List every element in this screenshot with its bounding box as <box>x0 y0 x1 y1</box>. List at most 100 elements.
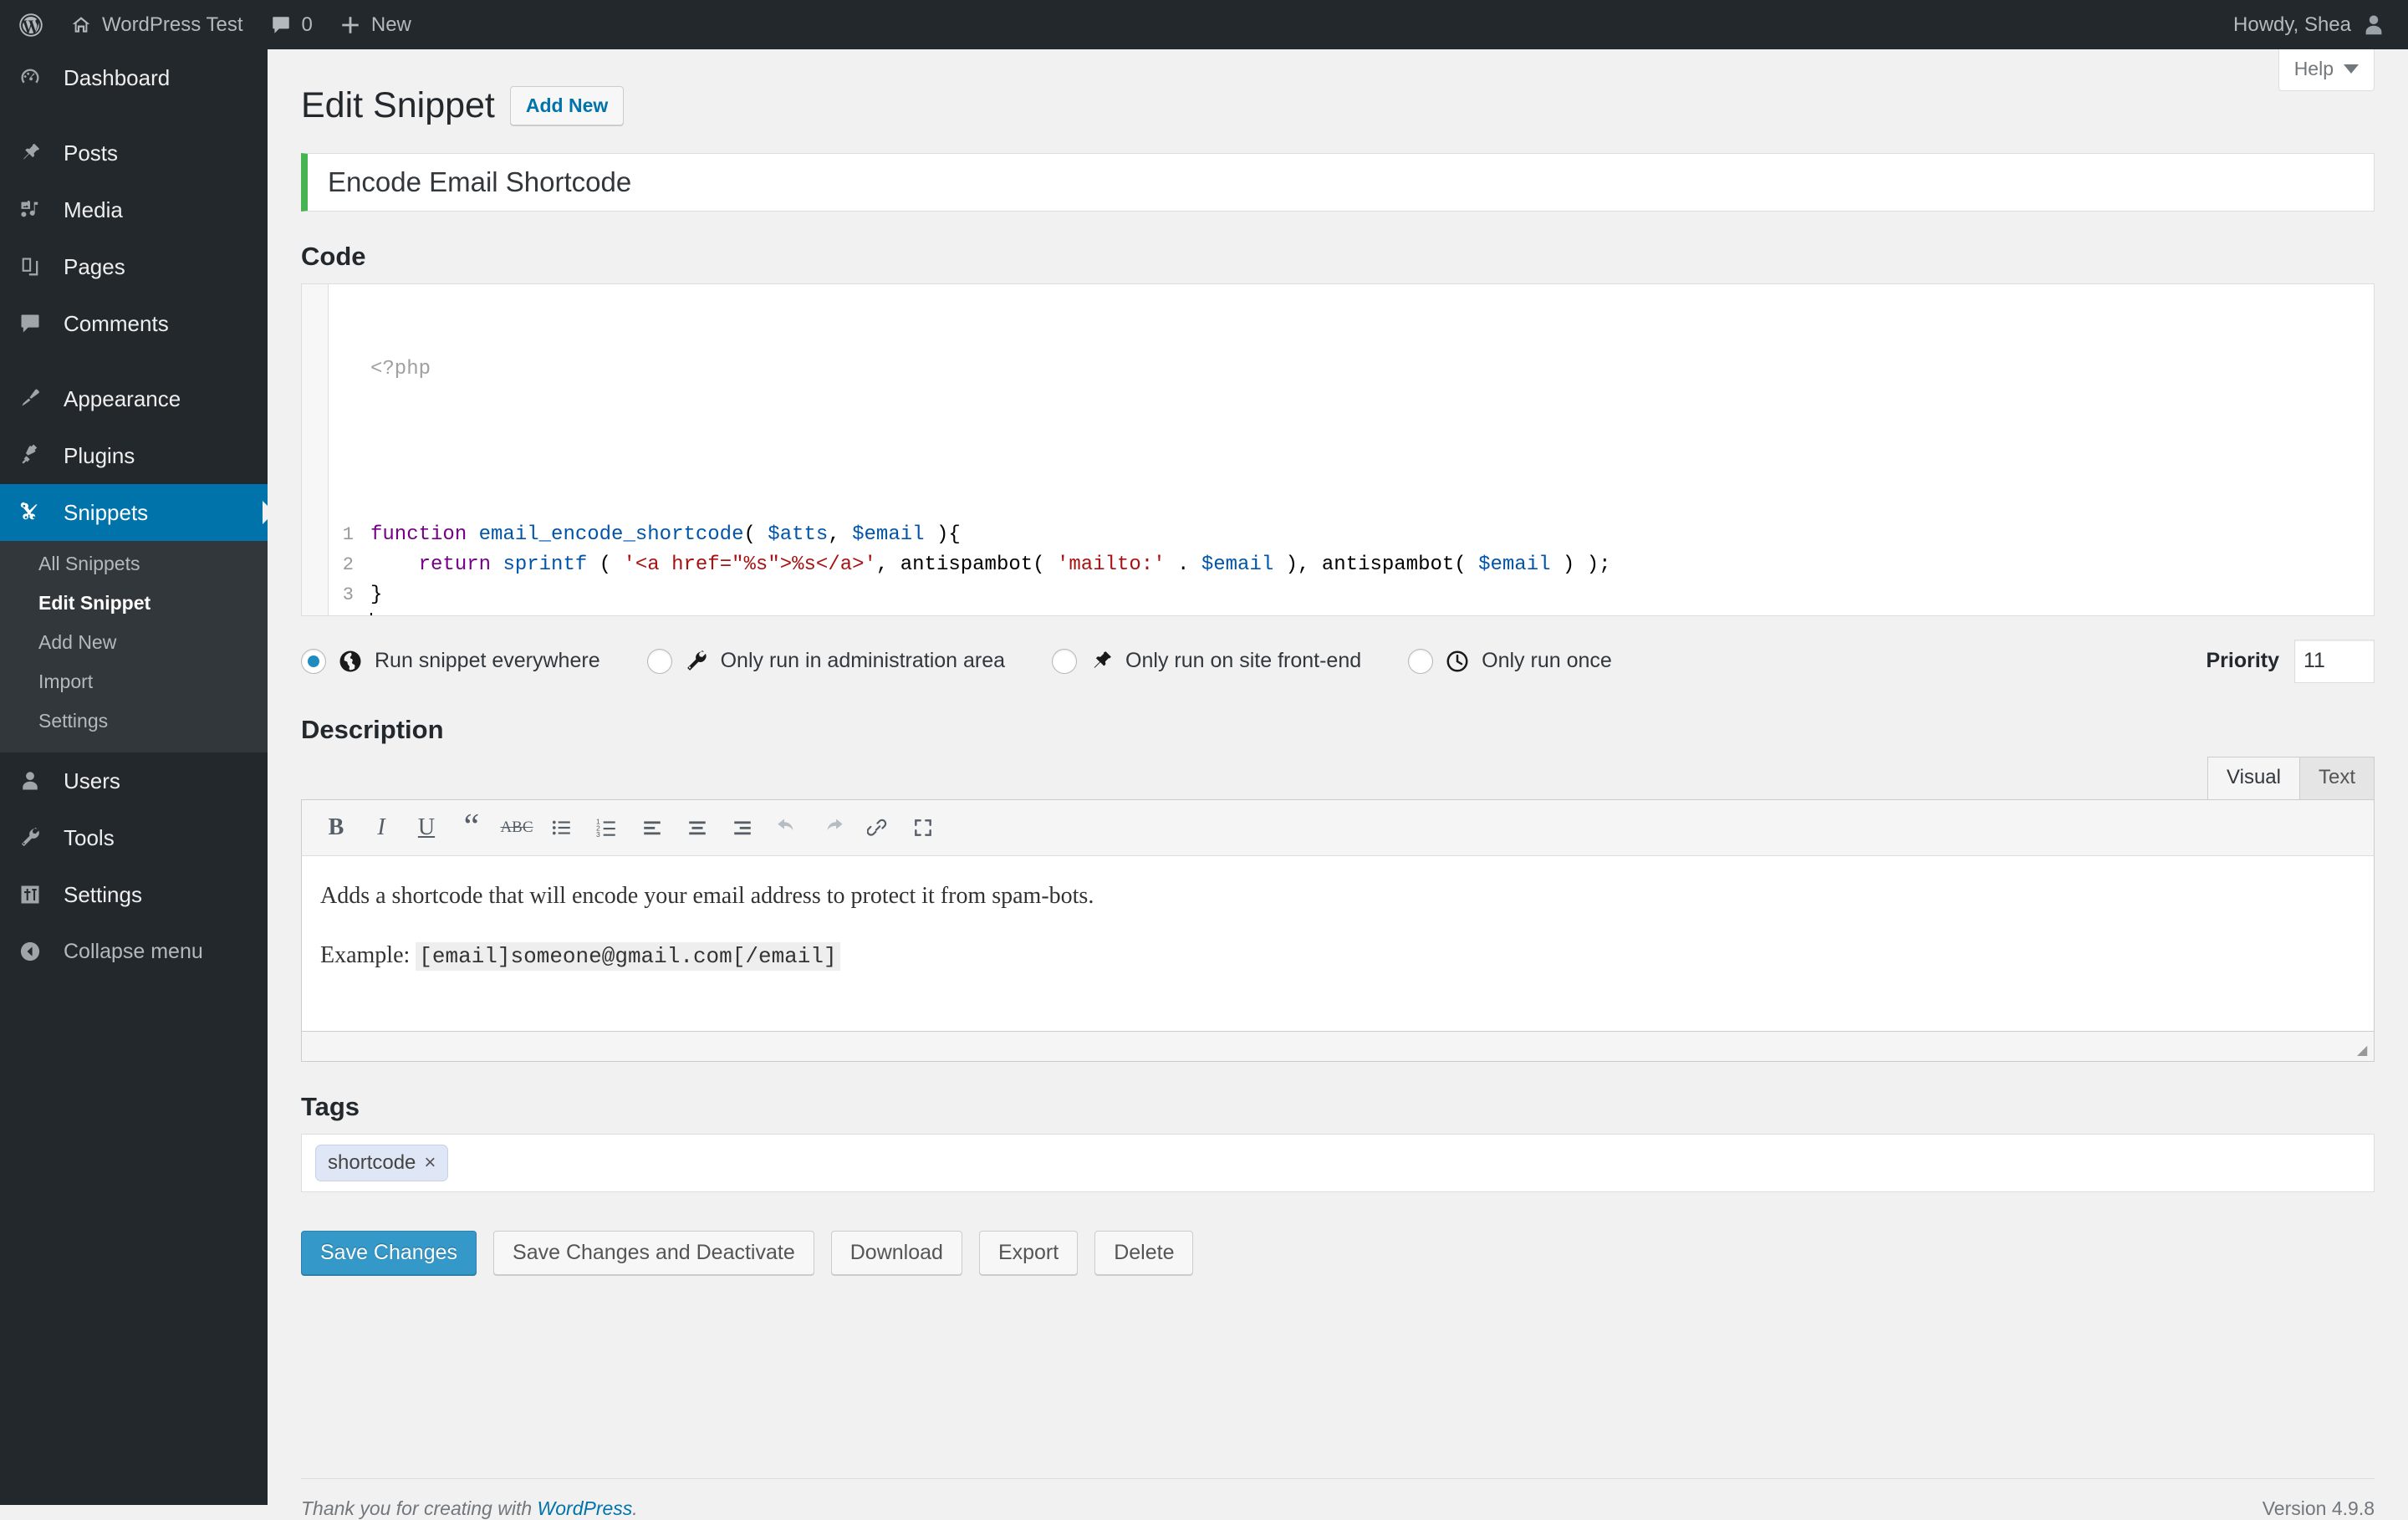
close-icon[interactable]: × <box>424 1151 436 1175</box>
comment-bubble-icon <box>18 307 55 340</box>
comments-button[interactable]: 0 <box>257 0 326 49</box>
wrench-icon <box>682 647 711 676</box>
sidebar-item-settings[interactable]: Settings <box>0 866 268 923</box>
sidebar-item-label: Plugins <box>64 442 135 468</box>
sidebar-item-plugins[interactable]: Plugins <box>0 427 268 484</box>
code-lines[interactable]: 1 function email_encode_shortcode( $atts,… <box>329 520 2374 615</box>
strikethrough-icon[interactable]: ABC <box>496 807 538 849</box>
scope-options-row: Run snippet everywhere Only run in admin… <box>301 638 2375 685</box>
sidebar-item-tools[interactable]: Tools <box>0 809 268 866</box>
sidebar-item-dashboard[interactable]: Dashboard <box>0 49 268 106</box>
numbered-list-icon[interactable]: 1 2 3 <box>586 807 628 849</box>
tag-chip[interactable]: shortcode × <box>315 1144 449 1181</box>
scope-option-once[interactable]: Only run once <box>1408 647 1612 676</box>
tab-text[interactable]: Text <box>2298 756 2375 799</box>
admin-footer: Thank you for creating with WordPress. V… <box>301 1478 2375 1520</box>
footer-thanks-prefix: Thank you for creating with <box>301 1497 538 1519</box>
code-line[interactable]: 4 <box>329 610 2374 615</box>
line-number: 3 <box>342 584 354 605</box>
sidebar-item-snippets[interactable]: Snippets <box>0 484 274 541</box>
scope-option-frontend[interactable]: Only run on site front-end <box>1052 647 1361 676</box>
sidebar-item-label: Comments <box>64 310 169 336</box>
submenu-item-all-snippets[interactable]: All Snippets <box>0 544 268 584</box>
tag-chip-label: shortcode <box>328 1150 416 1174</box>
new-content-button[interactable]: New <box>326 0 425 49</box>
resize-handle-icon[interactable]: ◢ <box>2357 1043 2369 1057</box>
save-and-deactivate-button[interactable]: Save Changes and Deactivate <box>493 1230 814 1275</box>
editor-status-bar: ◢ <box>301 1031 2375 1062</box>
pages-icon <box>18 250 55 283</box>
description-editor-body[interactable]: Adds a shortcode that will encode your e… <box>301 855 2375 1032</box>
site-name-label: WordPress Test <box>102 13 243 36</box>
scope-option-everywhere[interactable]: Run snippet everywhere <box>301 647 600 676</box>
radio-once[interactable] <box>1408 648 1434 674</box>
code-line[interactable]: 1 function email_encode_shortcode( $atts,… <box>329 520 2374 550</box>
chevron-down-icon <box>2344 64 2359 74</box>
snippet-title-input[interactable] <box>326 165 2374 199</box>
fullscreen-icon[interactable] <box>902 807 944 849</box>
priority-input[interactable] <box>2294 639 2375 683</box>
help-label: Help <box>2293 58 2334 79</box>
italic-icon[interactable]: I <box>360 807 402 849</box>
scope-option-label: Run snippet everywhere <box>375 649 600 673</box>
radio-frontend[interactable] <box>1052 648 1078 674</box>
text-cursor <box>370 612 372 615</box>
sidebar-item-posts[interactable]: Posts <box>0 125 268 181</box>
collapse-menu-button[interactable]: Collapse menu <box>0 923 268 980</box>
submenu-item-import[interactable]: Import <box>0 662 268 701</box>
underline-icon[interactable]: U <box>406 807 447 849</box>
radio-everywhere[interactable] <box>301 648 326 674</box>
description-paragraph: Adds a shortcode that will encode your e… <box>320 882 1094 909</box>
redo-icon[interactable] <box>812 807 854 849</box>
sidebar-item-pages[interactable]: Pages <box>0 238 268 295</box>
code-gutter <box>302 283 329 615</box>
blockquote-icon[interactable]: “ <box>451 807 492 849</box>
scope-option-admin[interactable]: Only run in administration area <box>646 647 1005 676</box>
sidebar-item-label: Tools <box>64 824 115 850</box>
sidebar-item-label: Users <box>64 768 120 793</box>
help-tab-button[interactable]: Help <box>2278 49 2375 91</box>
submenu-item-add-new[interactable]: Add New <box>0 623 268 662</box>
wordpress-link[interactable]: WordPress <box>538 1497 633 1519</box>
submenu-item-settings[interactable]: Settings <box>0 701 268 741</box>
sidebar-item-appearance[interactable]: Appearance <box>0 370 268 427</box>
bulleted-list-icon[interactable] <box>541 807 583 849</box>
account-menu[interactable]: Howdy, Shea <box>2233 0 2408 49</box>
code-line[interactable]: 2 return sprintf ( '<a href="%s">%s</a>'… <box>329 550 2374 580</box>
sidebar-item-comments[interactable]: Comments <box>0 295 268 352</box>
radio-admin[interactable] <box>646 648 672 674</box>
export-button[interactable]: Export <box>978 1230 1079 1275</box>
align-center-icon[interactable] <box>676 807 718 849</box>
site-name-button[interactable]: WordPress Test <box>57 0 257 49</box>
description-section-label: Description <box>301 714 444 744</box>
scope-option-label: Only run on site front-end <box>1125 649 1362 673</box>
tags-input-box[interactable]: shortcode × <box>301 1133 2375 1192</box>
sliders-icon <box>18 878 55 911</box>
sidebar-item-users[interactable]: Users <box>0 752 268 809</box>
add-new-button[interactable]: Add New <box>509 86 625 126</box>
align-left-icon[interactable] <box>631 807 673 849</box>
code-editor-content[interactable]: <?php 1 function email_encode_shortcode( … <box>329 284 2374 615</box>
wordpress-logo-button[interactable] <box>0 0 57 49</box>
footer-thanks: Thank you for creating with WordPress. <box>301 1497 638 1520</box>
code-line[interactable]: 3} <box>329 580 2374 610</box>
priority-label: Priority <box>2206 649 2279 673</box>
sidebar-item-label: Dashboard <box>64 64 171 90</box>
collapse-arrow-icon <box>18 940 55 963</box>
submenu-item-edit-snippet[interactable]: Edit Snippet <box>0 584 268 623</box>
align-right-icon[interactable] <box>722 807 763 849</box>
clock-icon <box>1443 647 1472 676</box>
code-editor[interactable]: <?php 1 function email_encode_shortcode( … <box>301 283 2375 616</box>
user-icon <box>18 764 55 798</box>
media-icon <box>18 193 55 227</box>
tab-visual[interactable]: Visual <box>2207 756 2300 799</box>
sidebar-item-media[interactable]: Media <box>0 181 268 238</box>
save-changes-button[interactable]: Save Changes <box>301 1230 477 1275</box>
link-icon[interactable] <box>857 807 899 849</box>
editor-mode-tabs: Visual Text <box>301 756 2375 799</box>
sidebar-item-label: Appearance <box>64 385 181 411</box>
delete-button[interactable]: Delete <box>1094 1230 1194 1275</box>
bold-icon[interactable]: B <box>315 807 357 849</box>
download-button[interactable]: Download <box>830 1230 962 1275</box>
undo-icon[interactable] <box>767 807 809 849</box>
